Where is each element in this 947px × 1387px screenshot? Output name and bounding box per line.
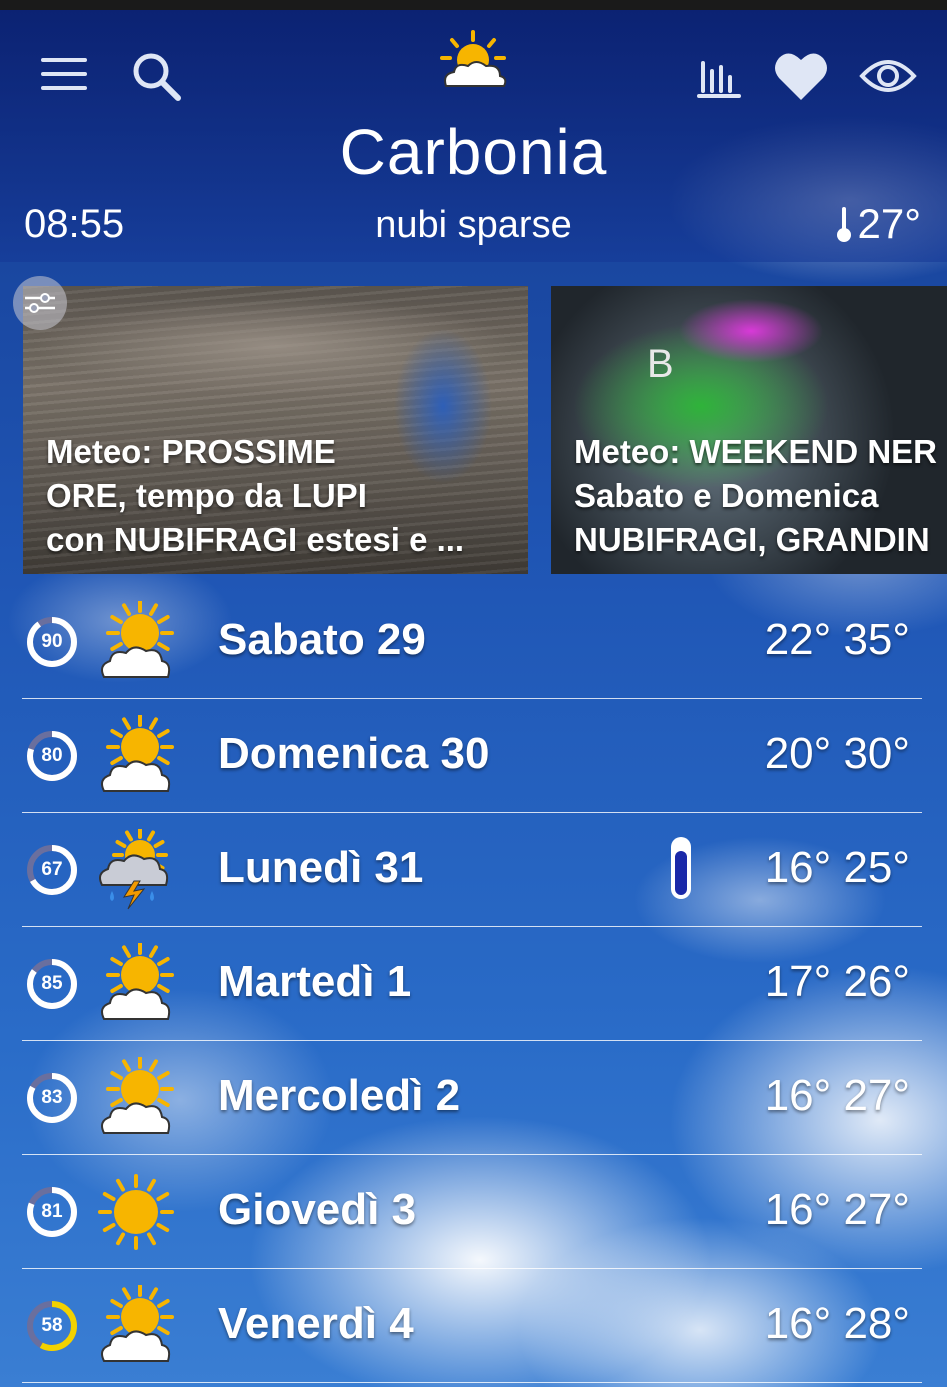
news-card[interactable]: Meteo: PROSSIME ORE, tempo da LUPI con N… <box>23 286 528 574</box>
current-condition: nubi sparse <box>375 204 572 246</box>
filter-button[interactable] <box>13 276 67 330</box>
reliability-score: 80 <box>41 745 63 766</box>
forecast-day: Sabato 29 <box>218 615 426 664</box>
forecast-temperatures: 16° 27° <box>764 1071 910 1120</box>
forecast-day: Venerdì 4 <box>218 1299 414 1348</box>
news-card[interactable]: B Meteo: WEEKEND NER Sabato e Domenica N… <box>551 286 947 574</box>
current-temperature: 27° <box>835 200 921 248</box>
search-icon[interactable] <box>128 50 184 102</box>
sun-cloud-icon <box>101 601 174 678</box>
sun-icon <box>98 1174 174 1250</box>
sun-cloud-icon <box>101 1057 174 1134</box>
sun-cloud-icon <box>101 943 174 1020</box>
forecast-temperatures: 16° 28° <box>764 1299 910 1348</box>
heart-icon[interactable] <box>772 48 830 104</box>
forecast-row[interactable]: 81 Giovedì 3 16° 27° <box>22 1155 922 1269</box>
header: Carbonia 08:55 nubi sparse 27° <box>0 10 947 262</box>
news-title: Meteo: WEEKEND NER Sabato e Domenica NUB… <box>574 433 938 558</box>
chart-icon[interactable] <box>696 56 742 100</box>
forecast-row[interactable]: 85 Martedì 1 17° 26° <box>22 927 922 1041</box>
news-title: Meteo: PROSSIME ORE, tempo da LUPI con N… <box>46 433 465 558</box>
forecast-day: Mercoledì 2 <box>218 1071 461 1120</box>
forecast-row[interactable]: 83 Mercoledì 2 16° 27° <box>22 1041 922 1155</box>
eye-icon[interactable] <box>858 54 918 98</box>
forecast-row[interactable]: 67 Lunedì 31 16° 25° <box>22 813 922 927</box>
sun-cloud-icon <box>101 1285 174 1362</box>
reliability-score: 81 <box>41 1201 63 1222</box>
forecast-row[interactable]: 90 Sabato 29 22° 35° <box>22 585 922 699</box>
thunderstorm-icon <box>99 829 169 910</box>
reliability-score: 67 <box>41 859 63 880</box>
partly-sunny-icon <box>436 28 510 98</box>
reliability-score: 83 <box>41 1087 63 1108</box>
reliability-score: 90 <box>41 631 63 652</box>
status-bar <box>0 0 947 10</box>
sun-cloud-icon <box>101 715 174 792</box>
forecast-day: Lunedì 31 <box>218 843 424 892</box>
forecast-temperatures: 22° 35° <box>764 615 910 664</box>
forecast-day: Martedì 1 <box>218 957 412 1006</box>
cold-thermometer-icon <box>671 837 691 899</box>
forecast-day: Domenica 30 <box>218 729 490 778</box>
current-temperature-value: 27° <box>857 200 921 247</box>
forecast-temperatures: 17° 26° <box>764 957 910 1006</box>
forecast-temperatures: 16° 25° <box>764 843 910 892</box>
reliability-score: 58 <box>41 1315 63 1336</box>
city-name: Carbonia <box>339 116 608 188</box>
reliability-score: 85 <box>41 973 63 994</box>
thermometer-icon <box>837 207 852 242</box>
forecast-day: Giovedì 3 <box>218 1185 417 1234</box>
menu-icon[interactable] <box>38 52 90 96</box>
forecast-temperatures: 16° 27° <box>764 1185 910 1234</box>
forecast-row[interactable]: 80 Domenica 30 20° 30° <box>22 699 922 813</box>
map-pressure-label: B <box>647 342 674 386</box>
sliders-icon <box>25 293 55 313</box>
forecast-row[interactable]: 58 Venerdì 4 16° 28° <box>22 1269 922 1383</box>
forecast-temperatures: 20° 30° <box>764 729 910 778</box>
